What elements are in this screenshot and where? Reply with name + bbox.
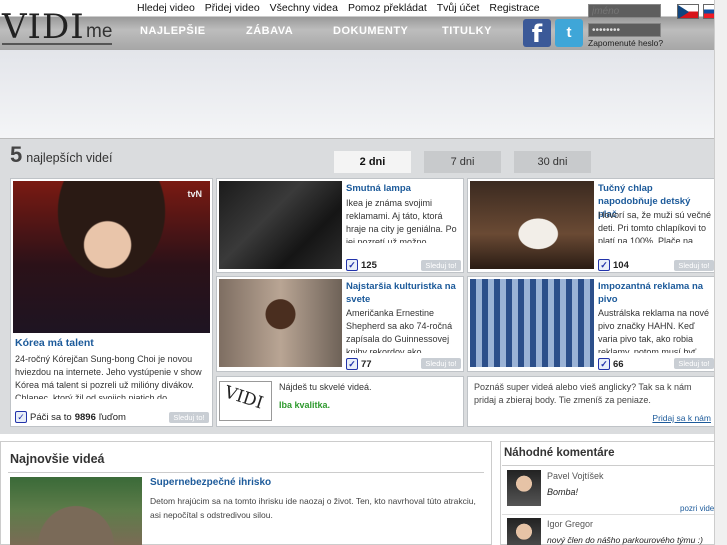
small-logo-text: VIDI <box>221 382 266 414</box>
join-box: Poznáš super videá alebo vieš anglicky? … <box>467 376 716 427</box>
likes-prefix: Páči sa to <box>30 411 72 423</box>
video-card: Tučný chlap napodobňuje detský plač Hovo… <box>467 178 716 273</box>
video-card: Impozantná reklama na pivo Austrálska re… <box>467 276 716 372</box>
video-likes: ✓ 125 <box>346 259 377 271</box>
nav-my-account[interactable]: Tvůj účet <box>432 2 485 15</box>
nav-best[interactable]: NAJLEPŠIE <box>140 24 206 38</box>
nav-subtitles[interactable]: TITULKY <box>442 24 492 38</box>
likes-count: 66 <box>613 358 624 370</box>
nav-help-translate[interactable]: Pomoz překládat <box>343 2 432 15</box>
tab-2-days[interactable]: 2 dni <box>334 151 411 173</box>
avatar[interactable] <box>507 470 541 506</box>
forgot-password-link[interactable]: Zapomenuté heslo? <box>588 38 663 48</box>
video-thumbnail[interactable] <box>470 181 594 269</box>
top-navigation: Hledej video Přidej video Všechny videa … <box>132 2 545 15</box>
video-description: Američanka Ernestine Shepherd sa ako 74-… <box>346 308 453 353</box>
video-title[interactable]: Najstaršia kulturistka na svete <box>346 280 461 306</box>
comment-text: nový člen do nášho parkourového týmu :) <box>547 535 703 545</box>
newest-video-title[interactable]: Supernebezpečné ihrisko <box>150 477 271 488</box>
comment-author[interactable]: Igor Gregor <box>547 519 593 529</box>
watch-button[interactable]: Sleduj to! <box>421 260 461 271</box>
logo-text: VIDI <box>2 7 85 47</box>
watch-button[interactable]: Sleduj to! <box>169 412 209 423</box>
watch-button[interactable]: Sleduj to! <box>674 260 714 271</box>
top-videos-heading: 5 najlepších videí <box>10 142 112 168</box>
logo-underline <box>2 43 112 45</box>
random-comments-heading: Náhodné komentáre <box>504 447 615 459</box>
video-card: Smutná lampa Ikea je známa svojimi rekla… <box>216 178 464 273</box>
video-likes: ✓ 77 <box>346 358 372 370</box>
twitter-icon[interactable]: t <box>555 19 583 47</box>
site-logo[interactable]: VIDI me <box>2 8 112 46</box>
nav-fun[interactable]: ZÁBAVA <box>246 24 293 38</box>
video-title[interactable]: Smutná lampa <box>346 182 461 195</box>
featured-description: 24-ročný Kórejčan Sung-bong Choi je novo… <box>15 354 202 399</box>
likes-count: 77 <box>361 358 372 370</box>
video-thumbnail[interactable] <box>219 181 342 269</box>
video-card: Najstaršia kulturistka na svete Američan… <box>216 276 464 372</box>
video-description: Ikea je známa svojimi reklamami. Aj táto… <box>346 198 457 243</box>
video-title[interactable]: Impozantná reklama na pivo <box>598 280 712 306</box>
tab-7-days[interactable]: 7 dni <box>424 151 501 173</box>
video-thumbnail[interactable] <box>470 279 594 367</box>
password-input[interactable] <box>588 23 661 37</box>
likes-count: 9896 <box>74 411 96 423</box>
top-videos-title: najlepších videí <box>26 151 113 165</box>
divider <box>502 465 714 466</box>
view-video-link[interactable]: pozri video <box>680 504 719 513</box>
likes-count: 104 <box>613 259 629 271</box>
video-thumbnail[interactable] <box>219 279 342 367</box>
newest-video-description: Detom hrajúcim sa na tomto ihrisku ide n… <box>150 496 476 520</box>
logo-subtext: me <box>86 21 113 42</box>
likes-suffix: ľuďom <box>98 411 126 423</box>
promo-text: Nájdeš tu skvelé videá. <box>279 382 372 392</box>
nav-add-video[interactable]: Přidej video <box>200 2 265 15</box>
featured-likes: ✓ Páči sa to 9896 ľuďom <box>15 411 126 423</box>
banner-area <box>0 50 727 138</box>
video-description: Hovorí sa, že muži sú večné deti. Pri to… <box>598 210 712 243</box>
like-icon[interactable]: ✓ <box>346 259 358 271</box>
like-icon[interactable]: ✓ <box>598 358 610 370</box>
featured-video-card: Kórea má talent 24-ročný Kórejčan Sung-b… <box>10 178 213 427</box>
divider <box>502 514 714 515</box>
tab-30-days[interactable]: 30 dni <box>514 151 591 173</box>
video-likes: ✓ 104 <box>598 259 629 271</box>
featured-thumbnail[interactable] <box>13 181 210 333</box>
featured-title[interactable]: Kórea má talent <box>15 337 94 350</box>
like-icon[interactable]: ✓ <box>346 358 358 370</box>
likes-count: 125 <box>361 259 377 271</box>
comment-text: Bomba! <box>547 487 579 497</box>
nav-register[interactable]: Registrace <box>484 2 544 15</box>
facebook-icon[interactable]: f <box>523 19 551 48</box>
watch-button[interactable]: Sleduj to! <box>674 358 714 369</box>
divider <box>8 472 484 473</box>
like-icon[interactable]: ✓ <box>598 259 610 271</box>
nav-all-videos[interactable]: Všechny videa <box>265 2 343 15</box>
header: VIDI me Hledej video Přidej video Všechn… <box>0 0 727 50</box>
newest-videos-heading: Najnovšie videá <box>10 452 105 466</box>
video-likes: ✓ 66 <box>598 358 624 370</box>
scrollbar[interactable] <box>714 0 727 545</box>
top-videos-count: 5 <box>10 142 23 167</box>
video-description: Austrálska reklama na nové pivo značky H… <box>598 308 710 353</box>
like-icon[interactable]: ✓ <box>15 411 27 423</box>
username-input[interactable] <box>588 4 661 18</box>
nav-documentaries[interactable]: DOKUMENTY <box>333 24 408 38</box>
newest-video-thumbnail[interactable] <box>10 477 142 545</box>
nav-search-video[interactable]: Hledej video <box>132 2 200 15</box>
promo-highlight: Iba kvalitka. <box>279 400 331 410</box>
join-link[interactable]: Pridaj sa k nám <box>652 413 711 423</box>
watch-button[interactable]: Sleduj to! <box>421 358 461 369</box>
avatar[interactable] <box>507 518 541 545</box>
join-text: Poznáš super videá alebo vieš anglicky? … <box>474 382 692 405</box>
czech-flag-icon[interactable] <box>677 4 699 19</box>
small-logo: VIDI <box>219 381 272 421</box>
comment-author[interactable]: Pavel Vojtíšek <box>547 471 604 481</box>
